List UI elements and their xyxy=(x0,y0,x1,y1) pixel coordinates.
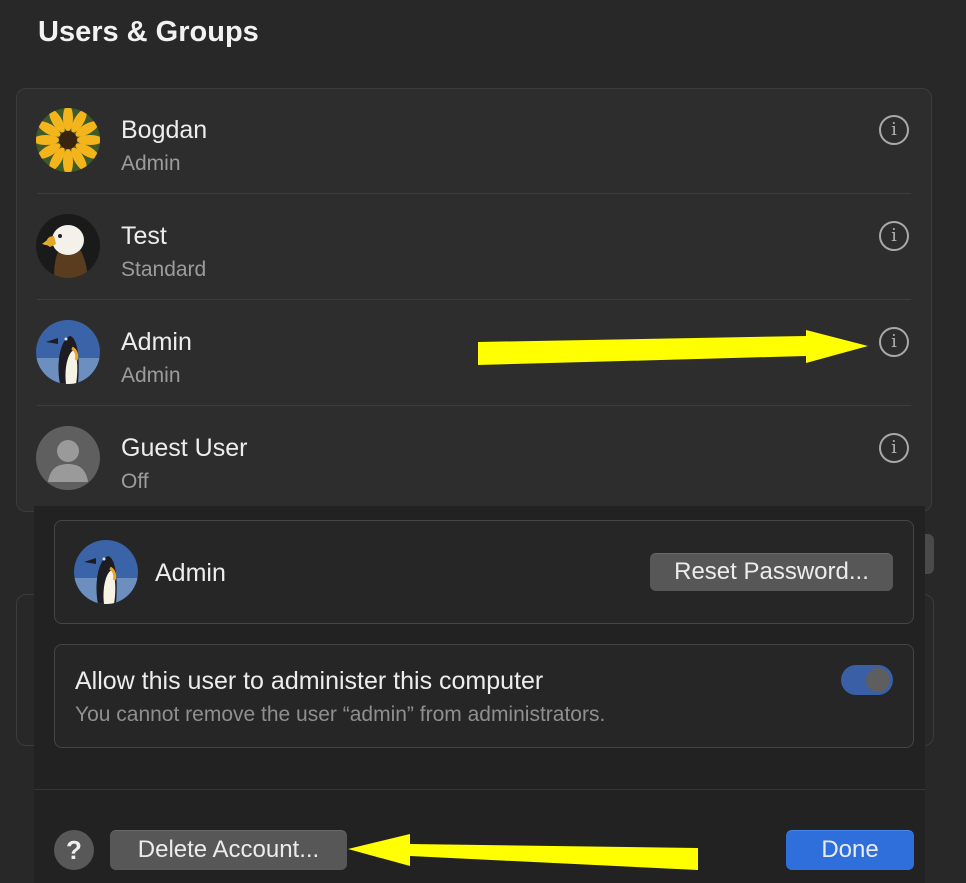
delete-account-button[interactable]: Delete Account... xyxy=(110,830,347,870)
user-name: Guest User xyxy=(121,434,248,462)
users-list: Bogdan Admin i Test Standard i Admin Adm… xyxy=(16,88,932,512)
background-button xyxy=(924,534,934,574)
user-row-bogdan[interactable]: Bogdan Admin i xyxy=(17,89,931,193)
annotation-arrow-icon xyxy=(348,834,698,870)
admin-permission-card: Allow this user to administer this compu… xyxy=(54,644,914,748)
admin-toggle-label: Allow this user to administer this compu… xyxy=(75,667,544,695)
reset-password-button[interactable]: Reset Password... xyxy=(650,553,893,591)
row-divider xyxy=(37,405,911,406)
user-role: Admin xyxy=(121,364,181,387)
user-role: Admin xyxy=(121,152,181,175)
user-role: Off xyxy=(121,470,149,493)
info-icon[interactable]: i xyxy=(879,115,909,145)
user-name: Bogdan xyxy=(121,116,208,144)
user-name: Test xyxy=(121,222,167,250)
sheet-divider xyxy=(34,789,925,790)
sheet-user-name: Admin xyxy=(155,559,226,587)
info-icon[interactable]: i xyxy=(879,327,909,357)
info-icon[interactable]: i xyxy=(879,221,909,251)
user-details-sheet: Admin Reset Password... Allow this user … xyxy=(34,506,925,883)
admin-toggle-description: You cannot remove the user “admin” from … xyxy=(75,703,606,726)
help-button[interactable]: ? xyxy=(54,830,94,870)
info-icon[interactable]: i xyxy=(879,433,909,463)
row-divider xyxy=(37,193,911,194)
admin-toggle-switch[interactable] xyxy=(841,665,893,695)
row-divider xyxy=(37,299,911,300)
annotation-arrow-icon xyxy=(478,330,868,365)
user-name: Admin xyxy=(121,328,192,356)
done-button[interactable]: Done xyxy=(786,830,914,870)
user-row-test[interactable]: Test Standard i xyxy=(17,195,931,299)
page-title: Users & Groups xyxy=(38,16,259,48)
sunflower-avatar xyxy=(36,108,100,172)
user-role: Standard xyxy=(121,258,207,281)
penguin-avatar xyxy=(36,320,100,384)
user-row-guest[interactable]: Guest User Off i xyxy=(17,407,931,511)
user-summary-card: Admin Reset Password... xyxy=(54,520,914,624)
eagle-avatar xyxy=(36,214,100,278)
penguin-avatar xyxy=(74,540,138,604)
generic-person-avatar xyxy=(36,426,100,490)
toggle-knob xyxy=(866,668,890,692)
